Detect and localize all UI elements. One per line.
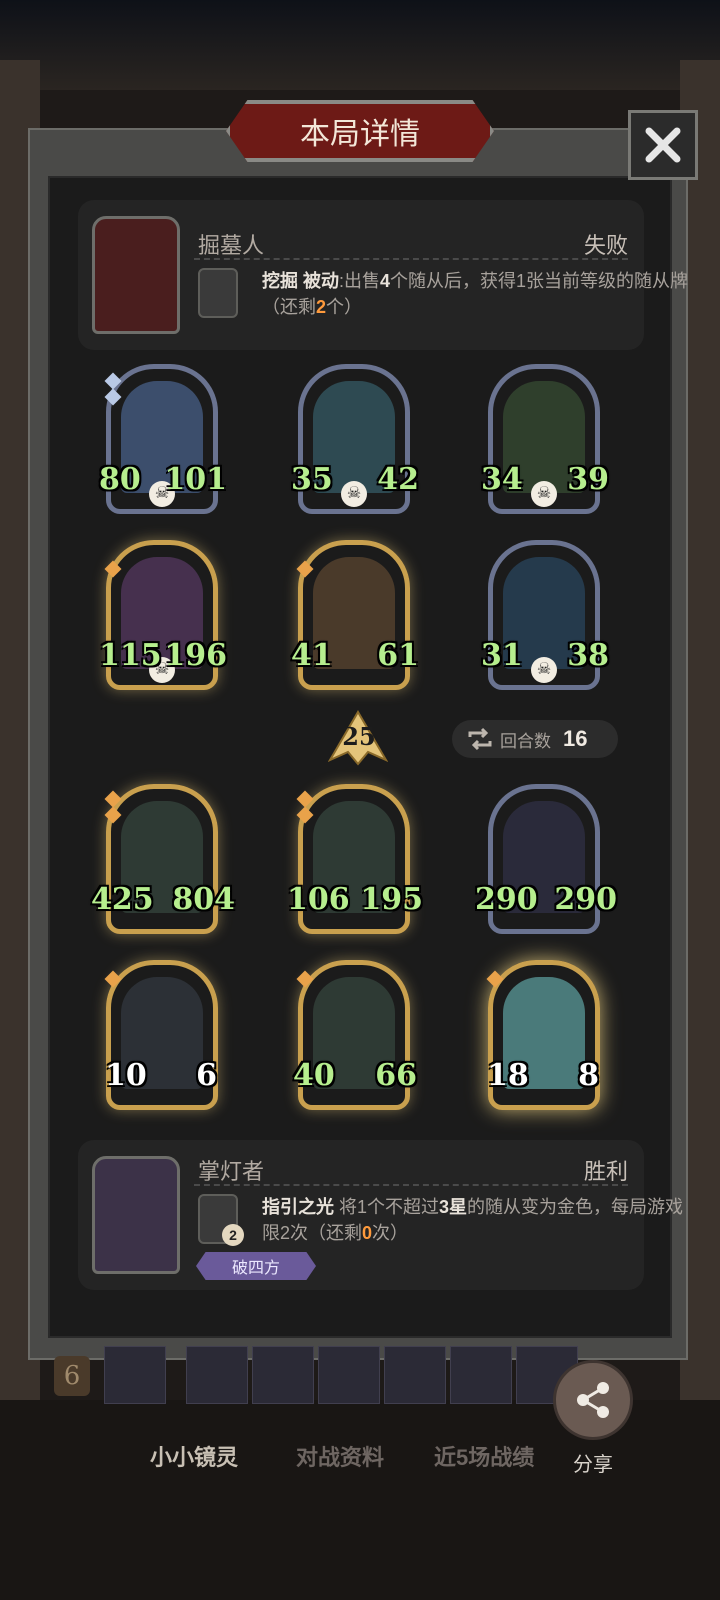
divider <box>194 258 628 260</box>
minion-card[interactable]: 18 8 <box>486 960 600 1110</box>
top-background <box>0 0 720 90</box>
minion-thumbnail[interactable] <box>104 1346 166 1404</box>
minion-attack: 115 <box>99 638 162 673</box>
minion-health: 804 <box>172 882 235 917</box>
minion-card[interactable]: ☠ 80 101 <box>99 364 227 514</box>
minion-card[interactable]: 41 61 <box>291 540 419 690</box>
share-button[interactable] <box>553 1360 633 1440</box>
minion-health: 39 <box>567 462 609 497</box>
minion-thumbnail[interactable] <box>384 1346 446 1404</box>
opponent-skill-text: 挖掘 被动:出售4个随从后，获得1张当前等级的随从牌（还剩2个） <box>262 271 689 317</box>
tab-battle-data[interactable]: 对战资料 <box>296 1440 384 1472</box>
repeat-icon <box>468 727 492 751</box>
minion-attack: 34 <box>481 462 523 497</box>
minion-health: 290 <box>554 882 617 917</box>
minion-health: 101 <box>164 462 227 497</box>
close-button[interactable] <box>628 110 698 180</box>
minion-health: 38 <box>567 638 609 673</box>
minion-health: 61 <box>377 638 419 673</box>
divider <box>194 1184 628 1186</box>
minion-attack: 18 <box>487 1058 529 1093</box>
minion-card[interactable]: 425 804 <box>91 784 235 934</box>
tier-number: 25 <box>342 722 376 751</box>
minion-attack: 106 <box>287 882 350 917</box>
minion-health: 196 <box>164 638 227 673</box>
minion-health: 8 <box>578 1058 599 1093</box>
skull-icon: ☠ <box>341 481 367 507</box>
minion-card[interactable]: ☠ 115 196 <box>99 540 227 690</box>
minion-attack: 290 <box>475 882 538 917</box>
round-counter: 回合数 16 <box>452 720 618 758</box>
title-banner: 本局详情 <box>226 100 494 162</box>
minion-attack: 31 <box>481 638 523 673</box>
minion-health: 195 <box>360 882 423 917</box>
minion-attack: 35 <box>291 462 333 497</box>
minion-card[interactable]: 106 195 <box>287 784 423 934</box>
minion-attack: 41 <box>291 638 333 673</box>
round-label: 回合数 <box>500 731 551 751</box>
minion-card[interactable]: ☠ 31 38 <box>481 540 609 690</box>
tab-little-mirror[interactable]: 小小镜灵 <box>150 1440 238 1472</box>
minion-card[interactable]: 40 66 <box>293 960 417 1110</box>
lineup-strip <box>50 1340 610 1404</box>
opponent-result: 失败 <box>583 233 628 258</box>
minion-attack: 40 <box>293 1058 335 1093</box>
minion-attack: 10 <box>105 1058 147 1093</box>
round-value: 16 <box>563 726 588 751</box>
close-icon <box>645 127 681 163</box>
share-icon <box>577 1382 609 1418</box>
minion-health: 6 <box>196 1058 217 1093</box>
opponent-portrait <box>92 216 180 334</box>
player-portrait <box>92 1156 180 1274</box>
skull-icon: ☠ <box>531 481 557 507</box>
minion-card[interactable]: 290 290 <box>475 784 617 934</box>
player-info: 掌灯者 胜利 2 指引之光 将1个不超过3星的随从变为金色，每局游戏限2次（还剩… <box>78 1140 683 1290</box>
opponent-info: 掘墓人 失败 挖掘 被动:出售4个随从后，获得1张当前等级的随从牌（还剩2个） <box>78 200 688 350</box>
skull-icon: ☠ <box>531 657 557 683</box>
share-label: 分享 <box>573 1454 613 1476</box>
lantern-icon[interactable] <box>198 268 238 318</box>
minion-thumbnail[interactable] <box>318 1346 380 1404</box>
tab-recent-record[interactable]: 近5场战绩 <box>434 1440 534 1472</box>
minion-health: 66 <box>375 1058 417 1093</box>
player-result: 胜利 <box>583 1159 628 1184</box>
minion-thumbnail[interactable] <box>450 1346 512 1404</box>
minion-card[interactable]: ☠ 34 39 <box>481 364 609 514</box>
minion-thumbnail[interactable] <box>186 1346 248 1404</box>
minion-attack: 425 <box>91 882 154 917</box>
minion-thumbnail[interactable] <box>252 1346 314 1404</box>
player-tag: 破四方 <box>196 1252 316 1280</box>
opponent-hero-name: 掘墓人 <box>198 233 265 258</box>
minion-health: 42 <box>377 462 419 497</box>
minion-attack: 80 <box>99 462 141 497</box>
minion-card[interactable]: 10 6 <box>104 960 218 1110</box>
skill-cost-badge: 2 <box>222 1224 244 1246</box>
page-title: 本局详情 <box>300 118 420 151</box>
minion-card[interactable]: ☠ 35 42 <box>291 364 419 514</box>
player-skill-text: 指引之光 将1个不超过3星的随从变为金色，每局游戏限2次（还剩0次） <box>262 1197 684 1243</box>
player-hero-name: 掌灯者 <box>198 1159 265 1184</box>
